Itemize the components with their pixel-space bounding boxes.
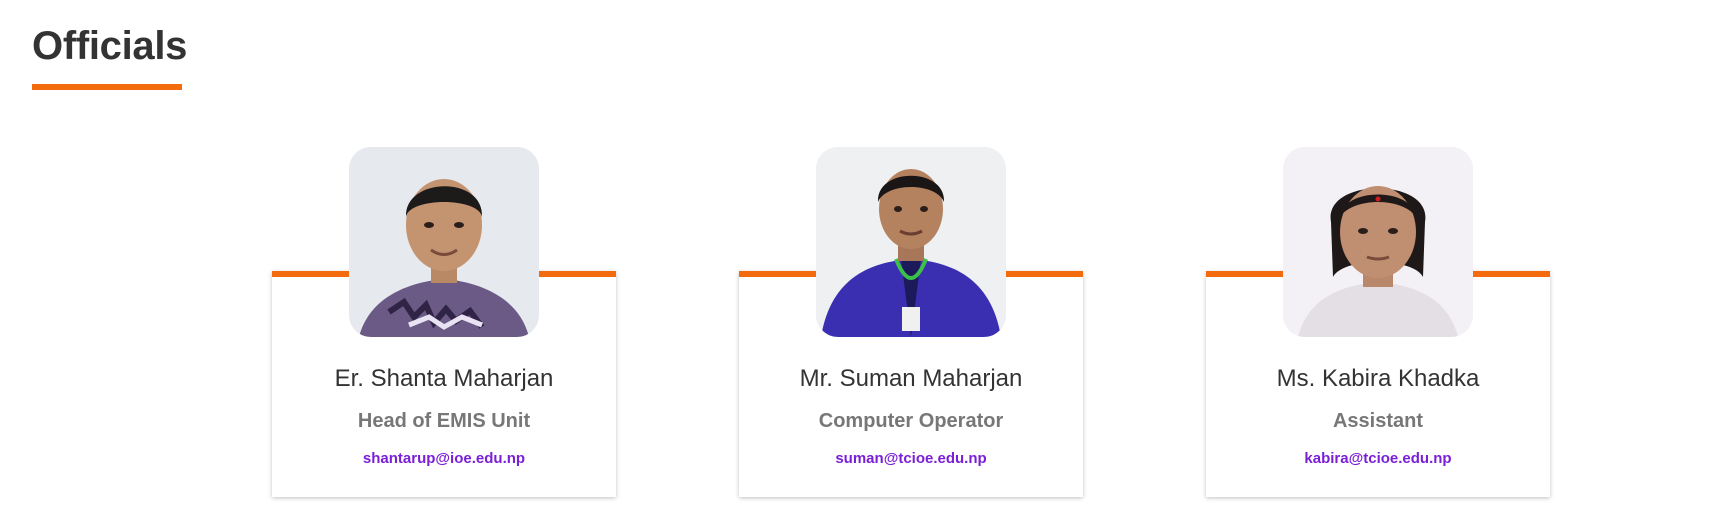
official-card: Mr. Suman Maharjan Computer Operator sum…: [739, 147, 1083, 497]
person-photo-icon: [349, 147, 539, 337]
person-photo-icon: [816, 147, 1006, 337]
official-email-link[interactable]: kabira@tcioe.edu.np: [1206, 450, 1550, 467]
official-card: Er. Shanta Maharjan Head of EMIS Unit sh…: [272, 147, 616, 497]
official-name: Er. Shanta Maharjan: [334, 365, 554, 392]
officials-card-list: Er. Shanta Maharjan Head of EMIS Unit sh…: [0, 0, 1725, 523]
official-email-link[interactable]: suman@tcioe.edu.np: [739, 450, 1083, 467]
official-photo: [349, 147, 539, 337]
official-name: Ms. Kabira Khadka: [1276, 365, 1480, 392]
official-email-link[interactable]: shantarup@ioe.edu.np: [272, 450, 616, 467]
official-role: Computer Operator: [818, 410, 1004, 432]
officials-page: Officials Er. Shanta Maharjan Head of EM…: [0, 0, 1725, 523]
official-card: Ms. Kabira Khadka Assistant kabira@tcioe…: [1206, 147, 1550, 497]
official-name: Mr. Suman Maharjan: [799, 365, 1023, 392]
official-role: Assistant: [1332, 410, 1424, 432]
official-photo: [1283, 147, 1473, 337]
official-photo: [816, 147, 1006, 337]
person-photo-icon: [1283, 147, 1473, 337]
official-role: Head of EMIS Unit: [357, 410, 531, 432]
